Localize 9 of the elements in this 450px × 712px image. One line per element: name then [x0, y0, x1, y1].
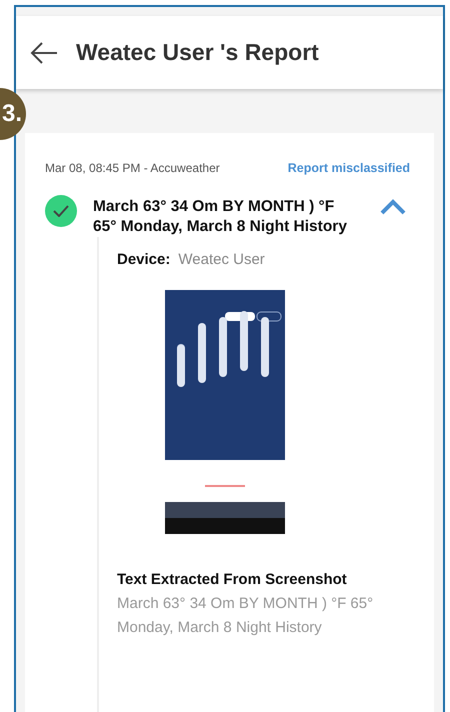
report-title: March 63° 34 Om BY MONTH ) °F 65° Monday, March 8 Night History — [93, 197, 348, 237]
page-title: Weatec User 's Report — [76, 39, 319, 66]
extracted-heading: Text Extracted From Screenshot — [117, 571, 348, 588]
device-value: Weatec User — [178, 251, 265, 268]
report-meta: Mar 08, 08:45 PM - Accuweather — [45, 161, 220, 175]
back-arrow-icon[interactable] — [30, 42, 58, 64]
extracted-text: March 63° 34 Om BY MONTH ) °F 65° Monday, March 8 Night History — [117, 594, 374, 638]
report-misclassified-link[interactable]: Report misclassified — [288, 161, 410, 175]
device-label: Device: — [117, 251, 170, 268]
